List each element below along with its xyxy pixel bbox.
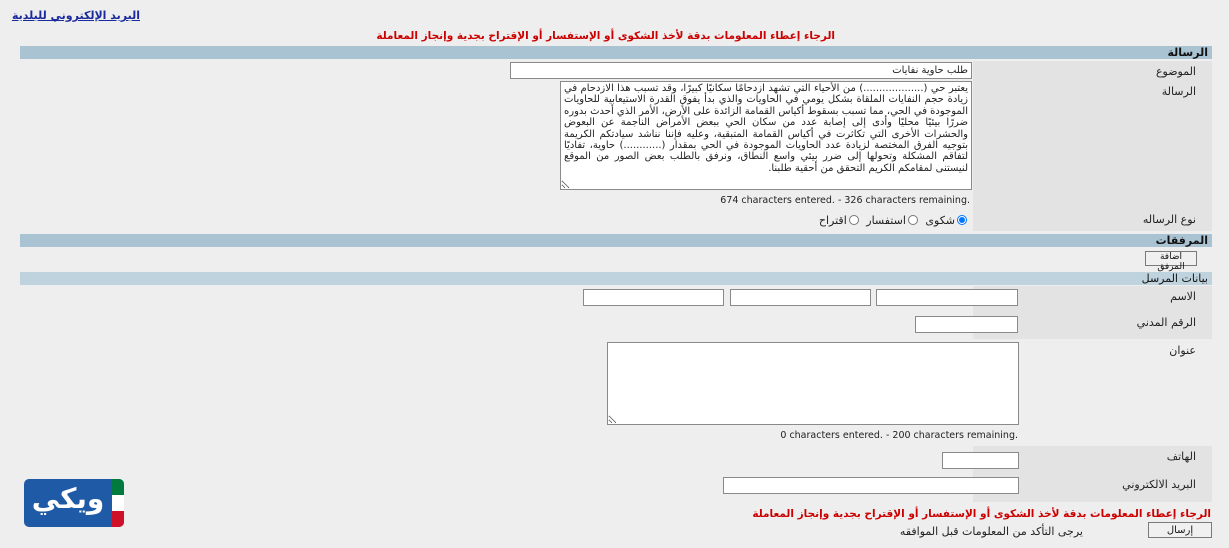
send-button[interactable]: إرسال (1148, 522, 1212, 538)
name-field-3[interactable] (583, 289, 724, 306)
message-type-radios: شكوى استفسار اقتراح (815, 214, 967, 227)
add-attachment-button[interactable]: اضافة المرفق (1145, 251, 1197, 272)
address-char-counter: 0 characters entered. - 200 characters r… (780, 430, 1018, 441)
address-textarea[interactable] (607, 342, 1019, 425)
message-char-counter: 674 characters entered. - 326 characters… (720, 195, 970, 206)
wiki-logo-text: ويكي (31, 482, 105, 515)
subject-input[interactable] (510, 62, 972, 79)
radio-suggestion-label: اقتراح (818, 214, 847, 227)
radio-suggestion[interactable]: اقتراح (819, 214, 859, 227)
radio-complaint[interactable]: شكوى (925, 214, 967, 227)
section-header-message: الرسالة (20, 46, 1212, 59)
civil-id-input[interactable] (915, 316, 1018, 333)
flag-icon (112, 479, 124, 527)
email-input[interactable] (723, 477, 1019, 494)
subject-label: الموضوع (973, 61, 1212, 81)
message-label: الرسالة (973, 81, 1212, 209)
consent-text: يرجى التأكد من المعلومات قبل الموافقه (899, 525, 1083, 538)
section-header-attachments: المرفقات (20, 234, 1212, 247)
section-header-sender: بيانات المرسل (20, 272, 1212, 285)
radio-suggestion-input[interactable] (848, 215, 859, 225)
name-field-2[interactable] (730, 289, 871, 306)
phone-input[interactable] (942, 452, 1019, 469)
top-notice: الرجاء إعطاء المعلومات بدقة لأخذ الشكوى … (376, 30, 835, 42)
radio-inquiry-label: استفسار (866, 214, 906, 227)
message-type-label: نوع الرساله (973, 209, 1212, 231)
radio-complaint-input[interactable] (957, 215, 967, 225)
bottom-notice: الرجاء إعطاء المعلومات بدقة لأخذ الشكوى … (752, 508, 1211, 520)
radio-inquiry-input[interactable] (907, 215, 918, 225)
municipality-email-link[interactable]: البريد الإلكتروني للبلدية (12, 9, 140, 22)
wiki-logo: ويكي (24, 479, 124, 527)
name-field-1[interactable] (876, 289, 1018, 306)
message-textarea[interactable]: يعتبر حي (...................) من الأحيا… (560, 81, 972, 190)
radio-complaint-label: شكوى (925, 214, 955, 227)
radio-inquiry[interactable]: استفسار (866, 214, 918, 227)
